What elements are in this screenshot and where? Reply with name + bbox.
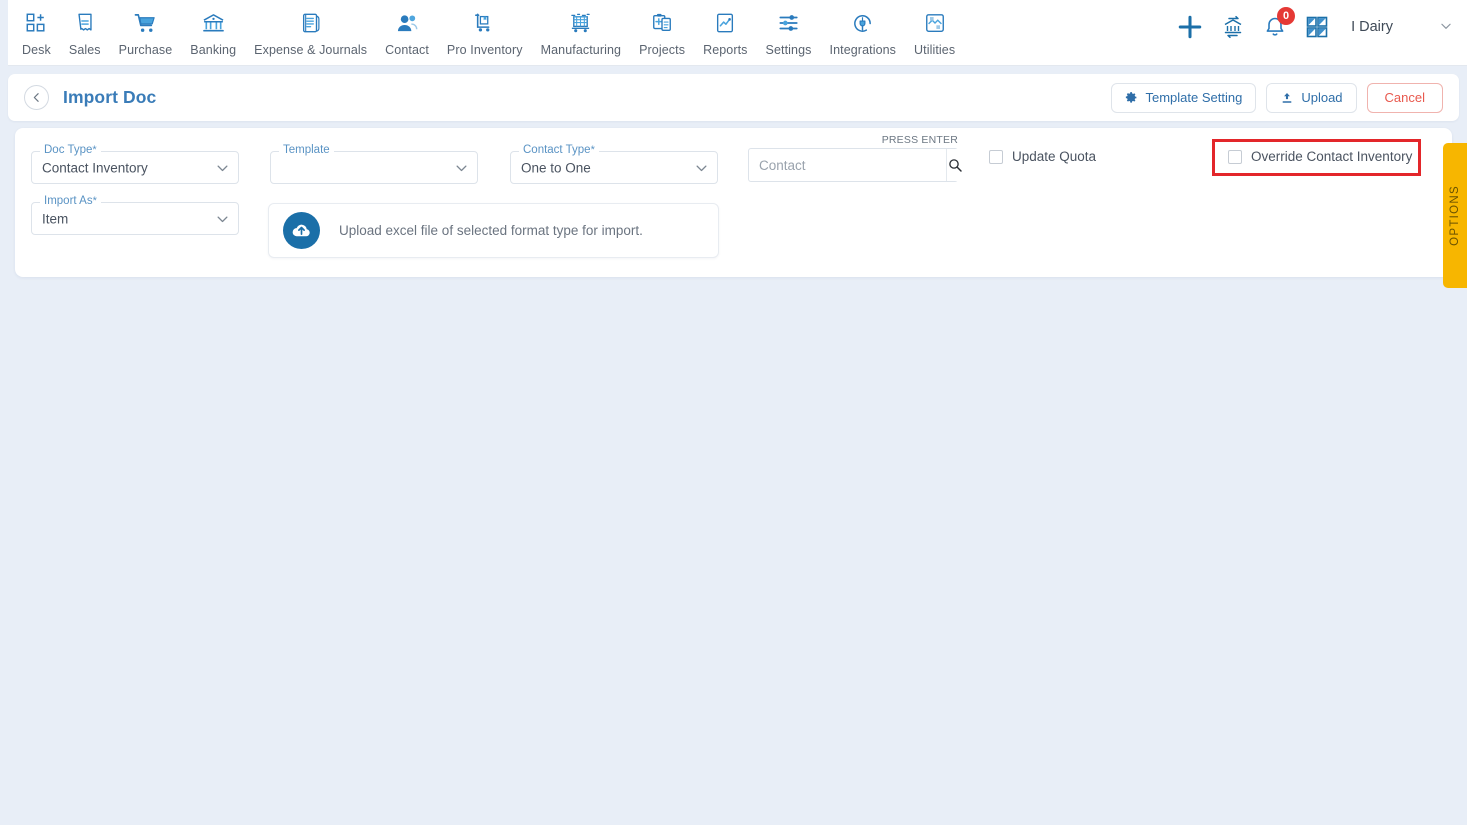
contact-search: PRESS ENTER <box>748 134 963 182</box>
nav-item-pro-inventory[interactable]: Pro Inventory <box>438 0 532 57</box>
template-select[interactable]: Template <box>270 143 478 184</box>
search-box <box>748 148 963 182</box>
tools-grid-icon <box>924 10 946 36</box>
people-icon <box>396 10 419 36</box>
page-header-bar: Import Doc Template Setting Upload Cance… <box>8 74 1459 121</box>
nav-right-actions: 0 I Dairy <box>1177 7 1453 40</box>
cancel-button[interactable]: Cancel <box>1366 82 1443 113</box>
nav-label-banking: Banking <box>190 43 237 57</box>
nav-item-expense-journals[interactable]: Expense & Journals <box>245 0 376 57</box>
nav-item-contact[interactable]: Contact <box>376 0 438 57</box>
nav-item-banking[interactable]: Banking <box>181 0 245 57</box>
nav-label-reports: Reports <box>703 43 748 57</box>
notification-badge: 0 <box>1277 7 1296 25</box>
nav-label-manufacturing: Manufacturing <box>540 43 622 57</box>
gear-icon <box>1125 91 1138 104</box>
nav-label-expense-journals: Expense & Journals <box>254 43 368 57</box>
contact-type-value: One to One <box>521 160 591 175</box>
nav-label-pro-inventory: Pro Inventory <box>446 43 523 57</box>
press-enter-hint: PRESS ENTER <box>881 134 958 146</box>
receipt-icon <box>74 10 96 36</box>
nav-item-reports[interactable]: Reports <box>694 0 756 57</box>
chevron-down-icon <box>215 211 230 226</box>
back-button[interactable] <box>24 85 49 110</box>
plus-icon[interactable] <box>1177 14 1203 40</box>
import-as-label: Import As* <box>40 194 101 208</box>
dashboard-add-icon <box>25 10 47 36</box>
nav-items: Desk Sales Purchase Banking Expense & Jo… <box>8 0 964 57</box>
nav-label-purchase: Purchase <box>118 43 173 57</box>
nav-item-purchase[interactable]: Purchase <box>110 0 182 57</box>
doc-type-select[interactable]: Doc Type* Contact Inventory <box>31 143 239 184</box>
bank-transfer-icon[interactable] <box>1221 15 1245 39</box>
doc-type-label: Doc Type* <box>40 143 101 157</box>
top-navigation-bar: Desk Sales Purchase Banking Expense & Jo… <box>8 0 1467 66</box>
contact-type-label: Contact Type* <box>519 143 599 157</box>
report-chart-icon <box>714 10 736 36</box>
override-contact-inventory-checkbox[interactable]: Override Contact Inventory <box>1228 149 1412 164</box>
header-actions: Template Setting Upload Cancel <box>1111 82 1443 113</box>
left-edge-strip <box>0 0 8 825</box>
update-quota-checkbox[interactable]: Update Quota <box>989 149 1096 164</box>
nav-label-settings: Settings <box>765 43 812 57</box>
nav-label-desk: Desk <box>22 43 51 57</box>
upload-icon <box>1280 91 1294 105</box>
upload-dropzone[interactable]: Upload excel file of selected format typ… <box>268 203 719 258</box>
clipboard-icon <box>651 10 673 36</box>
nav-item-settings[interactable]: Settings <box>757 0 821 57</box>
nav-item-integrations[interactable]: Integrations <box>821 0 906 57</box>
override-contact-inventory-label: Override Contact Inventory <box>1251 149 1413 164</box>
page-title: Import Doc <box>63 87 157 107</box>
bank-icon <box>202 10 225 36</box>
search-input[interactable] <box>749 149 946 181</box>
sliders-icon <box>778 10 800 36</box>
journal-book-icon <box>300 10 322 36</box>
doc-type-value: Contact Inventory <box>42 160 148 175</box>
chevron-left-icon <box>33 93 39 102</box>
nav-label-projects: Projects <box>639 43 686 57</box>
nav-label-utilities: Utilities <box>914 43 956 57</box>
search-button[interactable] <box>946 149 963 181</box>
nav-label-contact: Contact <box>385 43 429 57</box>
upload-button[interactable]: Upload <box>1266 82 1357 113</box>
options-side-tab[interactable]: OPTIONS <box>1443 143 1467 288</box>
nav-item-desk[interactable]: Desk <box>13 0 60 57</box>
import-as-value: Item <box>42 211 69 226</box>
nav-item-sales[interactable]: Sales <box>60 0 110 57</box>
contact-type-select[interactable]: Contact Type* One to One <box>510 143 718 184</box>
checkbox-box <box>1228 149 1242 164</box>
chevron-down-icon <box>215 160 230 175</box>
import-as-select[interactable]: Import As* Item <box>31 194 239 235</box>
plug-circle-icon <box>851 10 874 36</box>
app-root: Desk Sales Purchase Banking Expense & Jo… <box>0 0 1467 825</box>
cloud-upload-icon <box>283 212 320 249</box>
chevron-down-icon[interactable] <box>1439 19 1453 36</box>
nav-item-utilities[interactable]: Utilities <box>905 0 964 57</box>
nav-item-projects[interactable]: Projects <box>630 0 694 57</box>
template-setting-button[interactable]: Template Setting <box>1111 82 1257 113</box>
user-name[interactable]: I Dairy <box>1351 19 1393 35</box>
upload-label: Upload <box>1301 90 1343 105</box>
upload-zone-text: Upload excel file of selected format typ… <box>339 223 643 238</box>
nav-item-manufacturing[interactable]: Manufacturing <box>532 0 631 57</box>
chevron-down-icon <box>694 160 709 175</box>
chevron-down-icon <box>454 160 469 175</box>
shopping-cart-icon <box>134 10 157 36</box>
grid-apps-icon[interactable] <box>1305 15 1329 39</box>
nav-label-integrations: Integrations <box>829 43 897 57</box>
update-quota-label: Update Quota <box>1012 149 1097 164</box>
cancel-label: Cancel <box>1384 90 1425 105</box>
options-tab-label: OPTIONS <box>1449 185 1461 246</box>
bell-icon[interactable]: 0 <box>1263 7 1296 39</box>
checkbox-box <box>989 149 1003 164</box>
hand-truck-icon <box>474 10 496 36</box>
factory-icon <box>569 10 592 36</box>
template-label: Template <box>279 143 334 157</box>
template-setting-label: Template Setting <box>1145 90 1243 105</box>
nav-label-sales: Sales <box>68 43 101 57</box>
search-icon <box>947 157 963 173</box>
